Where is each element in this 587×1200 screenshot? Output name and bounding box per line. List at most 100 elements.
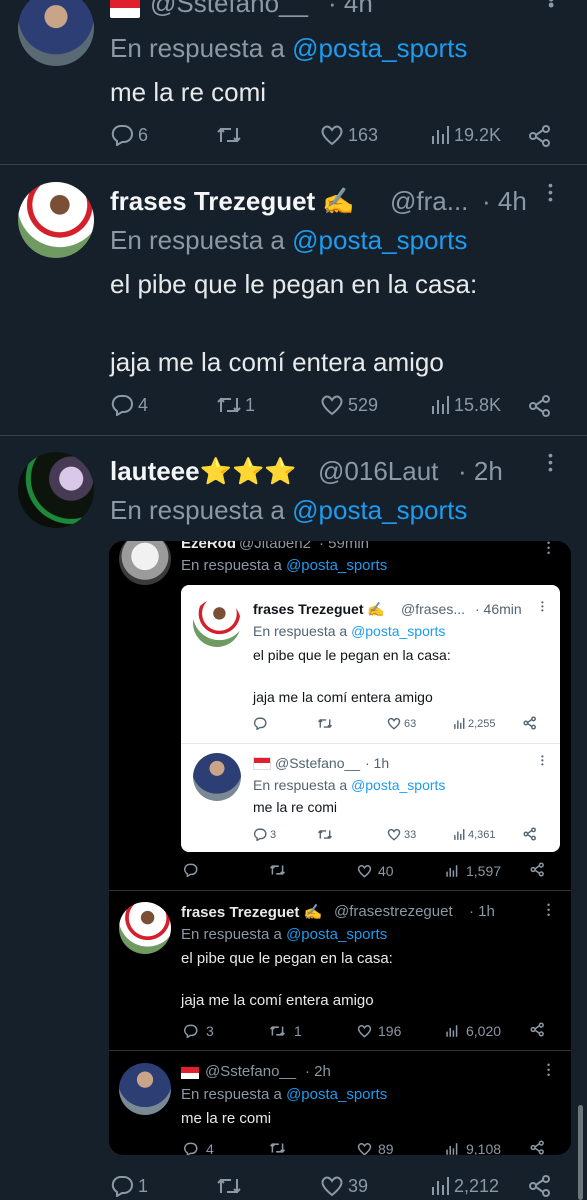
display-name[interactable]: lauteee⭐⭐⭐ bbox=[110, 456, 297, 487]
user-handle[interactable]: @fra... bbox=[390, 186, 468, 217]
reply-to-link[interactable]: @posta_sports bbox=[292, 33, 467, 63]
share-button[interactable] bbox=[528, 394, 552, 418]
display-name[interactable]: frases Trezeguet ✍️ bbox=[110, 186, 355, 217]
like-button: 33 bbox=[387, 828, 416, 841]
scrollbar[interactable] bbox=[578, 1105, 583, 1200]
reply-count: 3 bbox=[206, 1023, 214, 1039]
retweet-button[interactable] bbox=[216, 1175, 242, 1197]
reply-context: En respuesta a @posta_sports bbox=[181, 1086, 387, 1103]
views-button[interactable]: 2,212 bbox=[430, 1175, 499, 1197]
share-button bbox=[530, 1140, 545, 1155]
tweet-text-line: el pibe que le pegan en la casa: bbox=[253, 647, 451, 663]
reply-button[interactable]: 1 bbox=[110, 1175, 148, 1197]
reply-context: En respuesta a @posta_sports bbox=[181, 557, 387, 574]
retweet-count: 1 bbox=[294, 1023, 302, 1039]
reply-to-link[interactable]: @posta_sports bbox=[292, 225, 467, 255]
tweet-text-line: el pibe que le pegan en la casa: bbox=[181, 950, 393, 967]
retweet-icon bbox=[217, 127, 241, 143]
view-count: 6,020 bbox=[466, 1023, 502, 1039]
avatar bbox=[193, 753, 241, 801]
like-count: 40 bbox=[378, 863, 394, 879]
tweet-time[interactable]: · 4h bbox=[328, 0, 373, 19]
retweet-button bbox=[269, 863, 286, 877]
user-handle[interactable]: @Sstefano__ bbox=[150, 0, 308, 19]
tweet-text-line: jaja me la comí entera amigo bbox=[110, 347, 444, 377]
user-handle[interactable]: @016Laut bbox=[318, 456, 438, 487]
reply-prefix: En respuesta a bbox=[110, 33, 285, 63]
like-button[interactable]: 39 bbox=[320, 1175, 368, 1197]
reply-to-link: @posta_sports bbox=[351, 623, 446, 639]
like-count: 39 bbox=[348, 1175, 369, 1196]
reply-button: 3 bbox=[253, 828, 276, 841]
share-icon bbox=[523, 827, 536, 841]
reply-button bbox=[183, 863, 198, 877]
views-icon bbox=[446, 1025, 458, 1037]
like-button[interactable]: 529 bbox=[320, 394, 378, 416]
quoted-image: frases Trezeguet ✍️ @frases... · 46min •… bbox=[181, 585, 560, 852]
attached-image[interactable]: EzeRod @Jitaben2 · 59min • • • En respuest… bbox=[109, 541, 571, 1155]
retweet-button bbox=[317, 717, 333, 730]
reply-to-link: @posta_sports bbox=[351, 777, 446, 793]
tweet-time: · 2h bbox=[305, 1063, 331, 1080]
like-count: 163 bbox=[348, 124, 379, 145]
more-options-icon[interactable]: • • • bbox=[548, 448, 553, 476]
share-icon bbox=[529, 395, 550, 417]
avatar[interactable] bbox=[18, 0, 94, 66]
avatar[interactable] bbox=[18, 452, 94, 528]
heart-icon bbox=[387, 717, 401, 730]
reply-context: En respuesta a @posta_sports bbox=[110, 225, 467, 256]
retweet-button bbox=[317, 828, 333, 841]
user-handle: @frasestrezeguet bbox=[334, 903, 453, 920]
retweet-button[interactable]: 1 bbox=[216, 394, 255, 416]
views-button: 9,108 bbox=[445, 1141, 501, 1155]
views-icon bbox=[446, 1143, 458, 1155]
divider bbox=[109, 890, 571, 891]
share-button[interactable] bbox=[528, 124, 552, 148]
share-icon bbox=[530, 1140, 544, 1155]
reply-count: 4 bbox=[206, 1141, 214, 1155]
tweet-time[interactable]: · 2h bbox=[458, 456, 503, 487]
more-options-icon[interactable]: • • • bbox=[548, 178, 553, 206]
tweet-text-line: jaja me la comí entera amigo bbox=[181, 992, 374, 1009]
reply-context: En respuesta a @posta_sports bbox=[110, 33, 467, 64]
tweet-time: · 1h bbox=[469, 903, 495, 920]
tweet-time[interactable]: · 4h bbox=[482, 186, 527, 217]
heart-icon bbox=[387, 828, 401, 841]
share-icon bbox=[529, 125, 550, 147]
reply-button[interactable]: 4 bbox=[110, 394, 148, 416]
avatar[interactable] bbox=[18, 182, 94, 258]
reply-prefix: En respuesta a bbox=[110, 225, 285, 255]
reply-icon bbox=[253, 717, 267, 730]
reply-button[interactable]: 6 bbox=[110, 124, 148, 146]
views-button[interactable]: 15.8K bbox=[430, 394, 501, 416]
divider bbox=[181, 743, 560, 744]
reply-to-link[interactable]: @posta_sports bbox=[292, 495, 467, 525]
more-options-icon: • • • bbox=[541, 598, 544, 615]
indonesia-flag-icon bbox=[110, 0, 140, 18]
retweet-button[interactable] bbox=[216, 124, 242, 146]
display-name: frases Trezeguet ✍️ bbox=[181, 904, 323, 921]
like-button: 89 bbox=[357, 1141, 394, 1155]
retweet-icon bbox=[217, 397, 241, 413]
reply-context: En respuesta a @posta_sports bbox=[181, 926, 387, 943]
reply-context: En respuesta a @posta_sports bbox=[110, 495, 467, 526]
heart-icon bbox=[357, 1142, 372, 1155]
heart-icon bbox=[357, 864, 372, 878]
reply-icon bbox=[111, 1176, 133, 1197]
more-options-icon[interactable]: • • bbox=[548, 0, 554, 14]
views-button[interactable]: 19.2K bbox=[430, 124, 501, 146]
views-button: 4,361 bbox=[453, 828, 496, 841]
tweet-text-line: jaja me la comí entera amigo bbox=[253, 689, 433, 705]
view-count: 4,361 bbox=[468, 828, 496, 841]
tweet-text: me la re comi bbox=[181, 1110, 272, 1127]
reply-icon bbox=[184, 1024, 198, 1038]
share-button[interactable] bbox=[528, 1174, 552, 1198]
retweet-icon bbox=[269, 1143, 286, 1153]
reply-context: En respuesta a @posta_sports bbox=[253, 623, 445, 639]
views-icon bbox=[454, 829, 465, 840]
heart-icon bbox=[357, 1024, 372, 1038]
reply-to-link: @posta_sports bbox=[286, 1086, 388, 1103]
like-button[interactable]: 163 bbox=[320, 124, 378, 146]
view-count: 19.2K bbox=[454, 124, 502, 145]
reply-button: 4 bbox=[183, 1141, 214, 1155]
